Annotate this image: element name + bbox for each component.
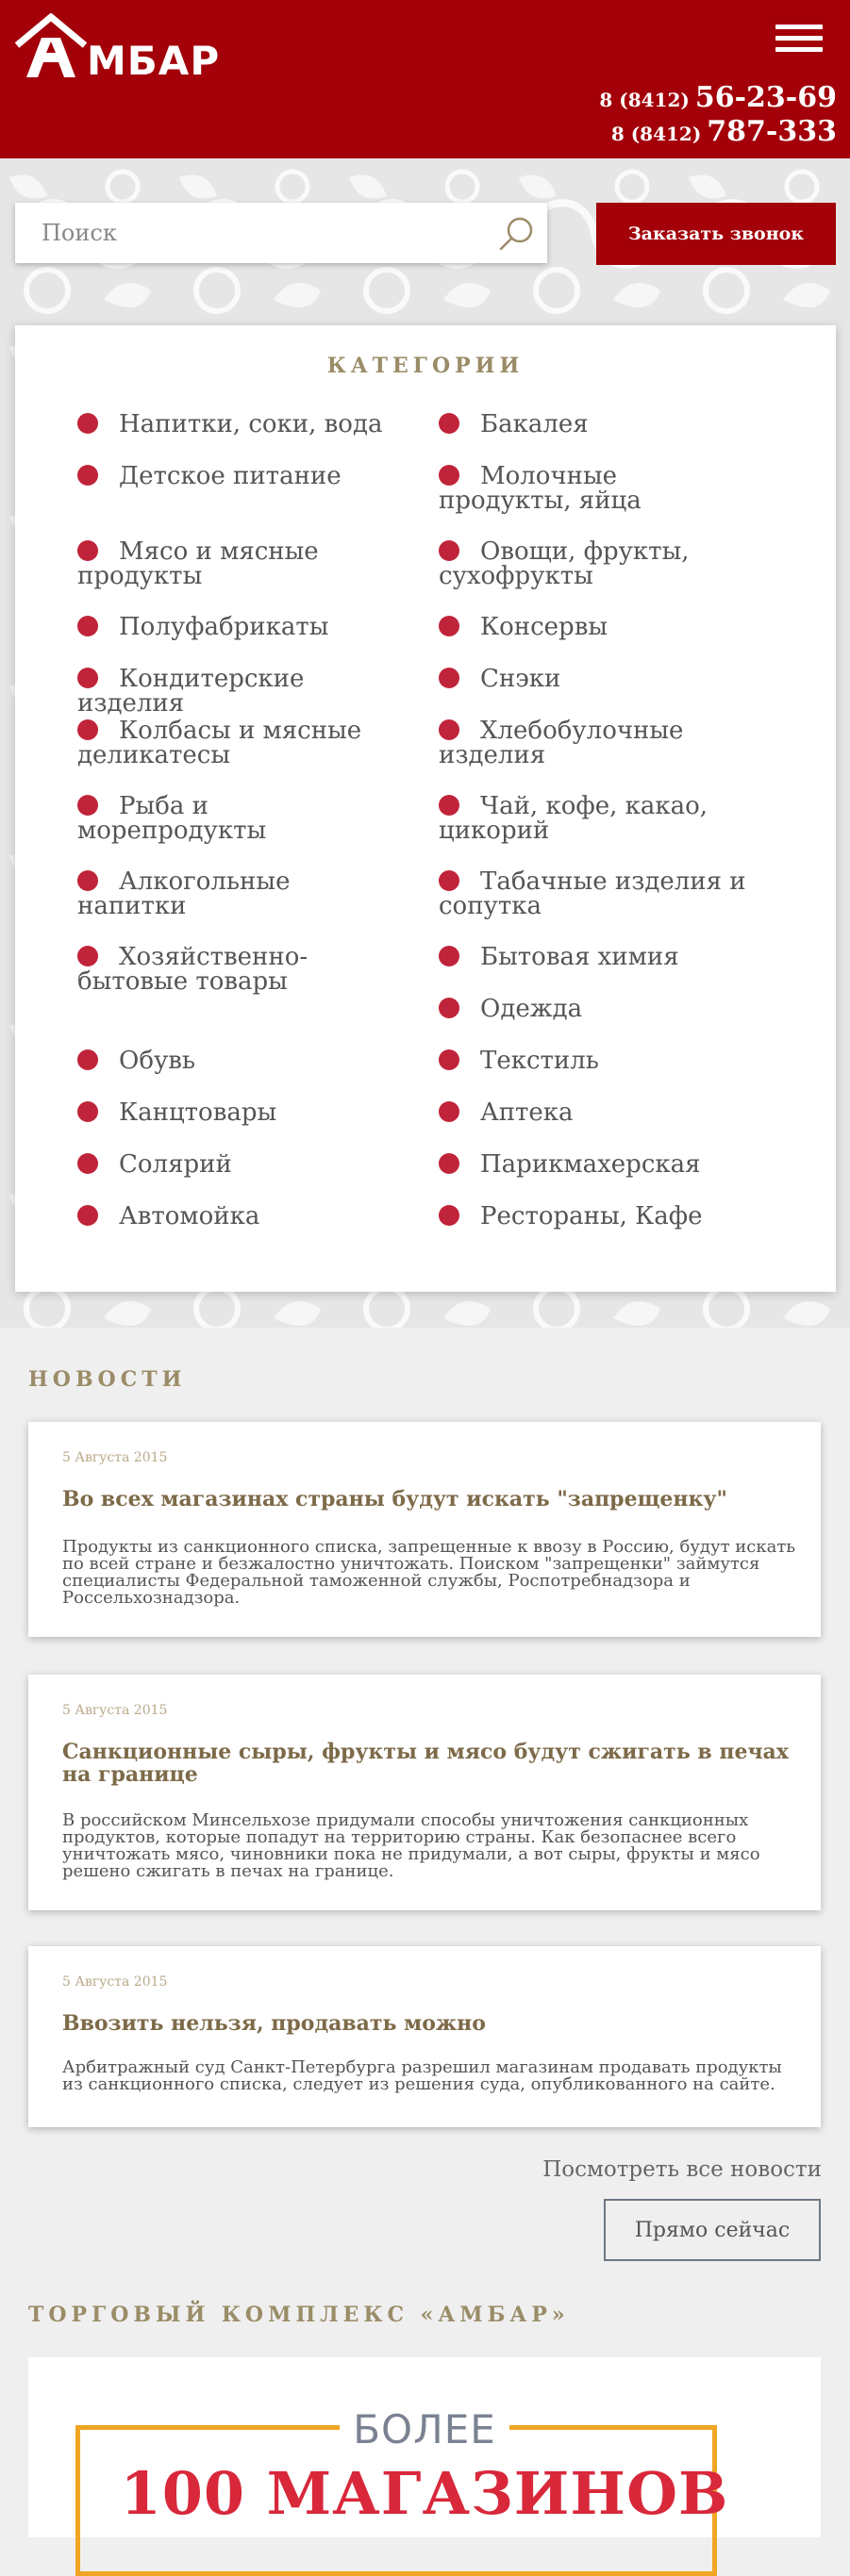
complex-title: ТОРГОВЫЙ КОМПЛЕКС «АМБАР» (28, 2303, 570, 2327)
bullet-icon (439, 540, 459, 561)
phone-1[interactable]: 8 (8412) 56-23-69 (599, 83, 837, 117)
category-item[interactable]: Рыба и морепродукты (77, 794, 389, 843)
news-headline[interactable]: Во всех магазинах страны будут искать "з… (62, 1488, 798, 1511)
category-item[interactable]: Бакалея (439, 412, 750, 437)
bullet-icon (77, 1153, 98, 1174)
promo-top-text: БОЛЕЕ (28, 2406, 821, 2452)
category-item[interactable]: Овощи, фрукты, сухофрукты (439, 539, 750, 588)
category-item[interactable]: Бытовая химия (439, 945, 750, 969)
categories-card: КАТЕГОРИИ Напитки, соки, вода Детское пи… (15, 325, 836, 1292)
category-item[interactable]: Рестораны, Кафе (439, 1204, 750, 1229)
news-card: 5 Августа 2015 Санкционные сыры, фрукты … (28, 1675, 821, 1910)
news-title: НОВОСТИ (28, 1367, 187, 1392)
category-item[interactable]: Мясо и мясные продукты (77, 539, 389, 588)
logo[interactable]: МБАР (13, 12, 219, 84)
bullet-icon (77, 795, 98, 816)
news-card: 5 Августа 2015 Во всех магазинах страны … (28, 1422, 821, 1637)
bullet-icon (439, 413, 459, 434)
bullet-icon (439, 870, 459, 891)
bullet-icon (439, 946, 459, 966)
category-item[interactable]: Чай, кофе, какао, цикорий (439, 794, 750, 843)
site-header: МБАР 8 (8412) 56-23-69 8 (8412) 787-333 (0, 0, 850, 158)
phone-number: 787-333 (707, 115, 837, 148)
category-item[interactable]: Автомойка (77, 1204, 389, 1229)
bullet-icon (77, 540, 98, 561)
news-excerpt: Продукты из санкционного списка, запреще… (62, 1537, 796, 1608)
category-item[interactable]: Хозяйственно-бытовые товары (77, 945, 389, 994)
news-date: 5 Августа 2015 (62, 1974, 168, 1990)
bullet-icon (77, 1205, 98, 1226)
category-item[interactable]: Консервы (439, 615, 750, 639)
bullet-icon (439, 668, 459, 688)
category-item[interactable]: Солярий (77, 1152, 389, 1177)
menu-icon[interactable] (775, 25, 823, 53)
phone-block: 8 (8412) 56-23-69 8 (8412) 787-333 (599, 83, 837, 151)
category-item[interactable]: Молочные продукты, яйца (439, 464, 750, 513)
category-item[interactable]: Алкогольные напитки (77, 869, 389, 918)
bullet-icon (77, 870, 98, 891)
search-input[interactable] (15, 203, 487, 263)
categories-title: КАТЕГОРИИ (326, 354, 525, 378)
news-date: 5 Августа 2015 (62, 1450, 168, 1465)
news-headline[interactable]: Ввозить нельзя, продавать можно (62, 2012, 798, 2035)
all-news-link[interactable]: Посмотреть все новости (542, 2157, 822, 2182)
phone-code: 8 (8412) (610, 123, 702, 145)
category-item[interactable]: Одежда (439, 997, 750, 1021)
promo-banner: БОЛЕЕ 100 МАГАЗИНОВ (28, 2357, 821, 2576)
category-item[interactable]: Кондитерские изделия (77, 667, 389, 716)
phone-number: 56-23-69 (694, 81, 837, 114)
bullet-icon (77, 1101, 98, 1122)
category-item[interactable]: Колбасы и мясные деликатесы (77, 718, 389, 768)
bullet-icon (77, 946, 98, 966)
news-headline[interactable]: Санкционные сыры, фрукты и мясо будут сж… (62, 1741, 798, 1786)
bullet-icon (439, 1153, 459, 1174)
logo-text: МБАР (87, 38, 221, 84)
bullet-icon (77, 668, 98, 688)
search-box (15, 203, 547, 263)
search-icon[interactable] (496, 214, 536, 254)
news-date: 5 Августа 2015 (62, 1703, 168, 1718)
phone-code: 8 (8412) (599, 89, 690, 111)
category-item[interactable]: Хлебобулочные изделия (439, 718, 750, 768)
category-item[interactable]: Табачные изделия и сопутка (439, 869, 750, 918)
category-item[interactable]: Аптека (439, 1100, 750, 1125)
category-item[interactable]: Парикмахерская (439, 1152, 750, 1177)
bullet-icon (439, 795, 459, 816)
news-card: 5 Августа 2015 Ввозить нельзя, продавать… (28, 1946, 821, 2127)
category-item[interactable]: Напитки, соки, вода (77, 412, 389, 437)
bullet-icon (439, 465, 459, 486)
bullet-icon (77, 1049, 98, 1070)
right-now-button[interactable]: Прямо сейчас (604, 2199, 821, 2261)
category-item[interactable]: Полуфабрикаты (77, 615, 389, 639)
news-excerpt: Арбитражный суд Санкт-Петербурга разреши… (62, 2057, 782, 2094)
bullet-icon (77, 719, 98, 740)
bullet-icon (439, 719, 459, 740)
house-icon (14, 12, 88, 77)
news-excerpt: В российском Минсельхозе придумали спосо… (62, 1810, 760, 1881)
bullet-icon (77, 413, 98, 434)
promo-main-text: 100 МАГАЗИНОВ (120, 2459, 729, 2528)
bullet-icon (439, 1101, 459, 1122)
category-item[interactable]: Текстиль (439, 1049, 750, 1073)
category-item[interactable]: Снэки (439, 667, 750, 691)
bullet-icon (439, 998, 459, 1018)
bullet-icon (439, 1205, 459, 1226)
category-item[interactable]: Обувь (77, 1049, 389, 1073)
bullet-icon (77, 465, 98, 486)
phone-2[interactable]: 8 (8412) 787-333 (599, 117, 837, 151)
bullet-icon (439, 1049, 459, 1070)
category-item[interactable]: Детское питание (77, 464, 389, 488)
bullet-icon (77, 616, 98, 636)
bullet-icon (439, 616, 459, 636)
category-item[interactable]: Канцтовары (77, 1100, 389, 1125)
callback-button[interactable]: Заказать звонок (596, 203, 836, 265)
